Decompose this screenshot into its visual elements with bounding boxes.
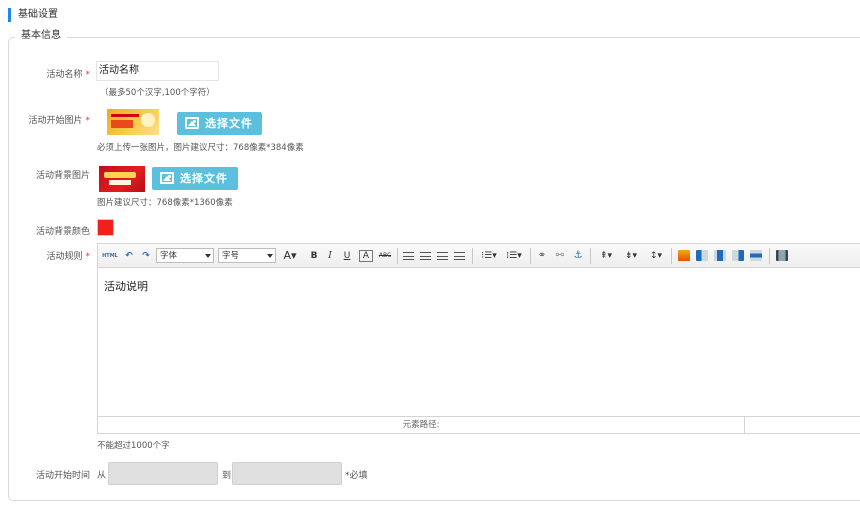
strikethrough-icon[interactable]: ABC: [377, 249, 393, 263]
image-icon: [185, 117, 199, 129]
row-spacing-top-icon[interactable]: ⇞▾: [595, 249, 617, 263]
font-family-select[interactable]: 字体: [156, 248, 214, 263]
underline-icon[interactable]: U: [340, 249, 354, 263]
element-path: 元素路径:: [98, 417, 745, 433]
start-time-from-input[interactable]: [108, 462, 218, 485]
required-mark: *: [85, 70, 91, 80]
start-time-to-input[interactable]: [232, 462, 342, 485]
undo-icon[interactable]: ↶: [122, 249, 136, 263]
editor-content[interactable]: 活动说明: [104, 278, 148, 294]
font-color-icon[interactable]: A▾: [282, 249, 298, 263]
align-left-icon[interactable]: [402, 249, 416, 263]
start-image-choose-file-button[interactable]: 选择文件: [177, 112, 262, 135]
ordered-list-icon[interactable]: ⁝☰▾: [478, 249, 500, 263]
align-justify-icon[interactable]: [453, 249, 467, 263]
align-center-icon[interactable]: [419, 249, 433, 263]
required-mark: *: [85, 252, 91, 262]
bg-color-label: 活动背景颜色: [35, 227, 90, 237]
start-image-hint: 必须上传一张图片，图片建议尺寸：768像素*384像素: [97, 143, 304, 153]
section-title: 基础设置: [8, 8, 58, 22]
bg-image-label: 活动背景图片: [35, 171, 90, 181]
bold-icon[interactable]: B: [307, 249, 321, 263]
rules-hint: 不能超过1000个字: [97, 441, 170, 451]
rich-text-editor: HTML ↶ ↷ 字体 字号 A▾ B I U A ABC ⁝☰▾ ⁞☰▾ ⚭ …: [97, 243, 860, 434]
editor-toolbar: HTML ↶ ↷ 字体 字号 A▾ B I U A ABC ⁝☰▾ ⁞☰▾ ⚭ …: [98, 244, 860, 268]
image-none-icon[interactable]: [749, 249, 763, 263]
image-left-icon[interactable]: [695, 249, 709, 263]
editor-statusbar: 元素路径:: [98, 416, 860, 433]
bg-image-choose-file-button[interactable]: 选择文件: [152, 167, 238, 190]
bg-image-hint: 图片建议尺寸：768像素*1360像素: [97, 198, 233, 208]
unordered-list-icon[interactable]: ⁞☰▾: [503, 249, 525, 263]
activity-name-hint: （最多50个汉字,100个字符）: [100, 88, 215, 98]
anchor-icon[interactable]: ⚓: [571, 249, 585, 263]
rules-label: 活动规则 *: [46, 252, 91, 262]
bg-color-swatch[interactable]: [97, 219, 114, 236]
from-label: 从: [97, 471, 107, 481]
image-right-icon[interactable]: [731, 249, 745, 263]
insert-video-icon[interactable]: [775, 249, 789, 263]
image-icon: [160, 172, 174, 184]
start-image-thumbnail: [107, 109, 159, 135]
row-spacing-bottom-icon[interactable]: ⇟▾: [620, 249, 642, 263]
fieldset-legend: 基本信息: [15, 29, 67, 43]
redo-icon[interactable]: ↷: [139, 249, 153, 263]
start-image-label: 活动开始图片 *: [28, 116, 91, 126]
italic-icon[interactable]: I: [323, 249, 337, 263]
align-right-icon[interactable]: [436, 249, 450, 263]
insert-image-icon[interactable]: [677, 249, 691, 263]
required-mark: *: [85, 116, 91, 126]
required-note: *必填: [345, 471, 368, 481]
activity-name-input[interactable]: 活动名称: [96, 61, 219, 81]
activity-name-label: 活动名称 *: [46, 70, 91, 80]
bg-image-thumbnail: [99, 166, 145, 192]
to-label: 到: [222, 471, 232, 481]
start-time-label: 活动开始时间: [35, 471, 90, 481]
line-height-icon[interactable]: ↕▾: [645, 249, 667, 263]
html-source-button[interactable]: HTML: [102, 249, 118, 263]
link-icon[interactable]: ⚭: [535, 249, 549, 263]
font-border-icon[interactable]: A: [359, 250, 373, 262]
font-size-select[interactable]: 字号: [218, 248, 276, 263]
unlink-icon[interactable]: ⚯: [553, 249, 567, 263]
image-center-icon[interactable]: [713, 249, 727, 263]
